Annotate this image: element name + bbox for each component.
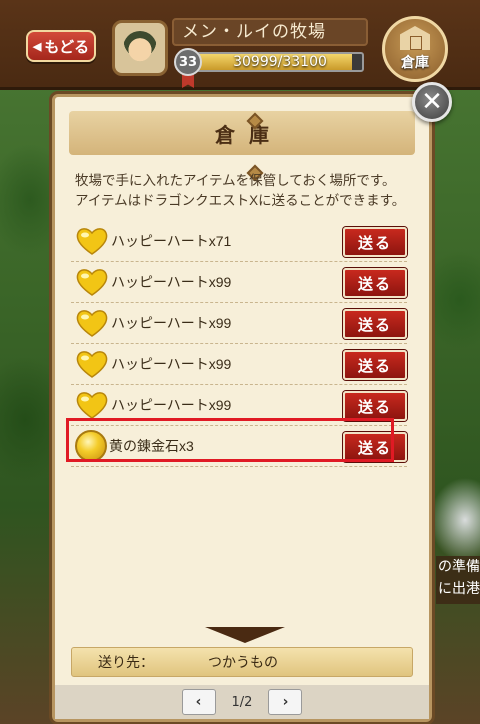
avatar-face-icon xyxy=(123,31,157,65)
prev-page-button[interactable]: ‹ xyxy=(181,689,216,715)
list-item: ハッピーハートx99 送る xyxy=(71,303,407,344)
send-button[interactable]: 送る xyxy=(343,309,407,339)
back-label: もどる xyxy=(44,38,90,56)
warehouse-label: 倉庫 xyxy=(401,55,429,71)
exp-text: 30999/33100 xyxy=(233,54,327,70)
list-item: ハッピーハートx99 送る xyxy=(71,385,407,426)
send-button[interactable]: 送る xyxy=(343,432,407,462)
item-label: 黄の錬金石x3 xyxy=(109,438,194,454)
side-notice[interactable]: の準備 に出港で xyxy=(436,556,480,604)
description-line1: 牧場で手に入れたアイテムを保管しておく場所です。 xyxy=(75,173,396,188)
heart-icon xyxy=(75,267,109,297)
heart-icon xyxy=(75,308,109,338)
heart-icon xyxy=(75,349,109,379)
send-button[interactable]: 送る xyxy=(343,268,407,298)
heart-icon xyxy=(75,226,109,256)
next-page-button[interactable]: › xyxy=(268,689,303,715)
warehouse-button[interactable]: 倉庫 xyxy=(382,16,448,82)
item-label: ハッピーハートx99 xyxy=(111,274,232,290)
avatar[interactable] xyxy=(112,20,168,76)
list-item: ハッピーハートx99 送る xyxy=(71,262,407,303)
item-list: ハッピーハートx71 送る ハッピーハートx99 送る ハッピーハートx99 送… xyxy=(71,221,407,467)
send-button[interactable]: 送る xyxy=(343,350,407,380)
warehouse-modal: 倉庫 牧場で手に入れたアイテムを保管しておく場所です。 アイテムはドラゴンクエス… xyxy=(52,94,432,722)
destination-value: つかうもの xyxy=(208,654,278,670)
side-notice-line2: に出港で xyxy=(438,581,480,597)
heart-icon xyxy=(75,390,109,420)
pager: ‹ 1/2 › xyxy=(55,685,429,719)
list-item: ハッピーハートx71 送る xyxy=(71,221,407,262)
destination-label: 送り先： xyxy=(98,654,154,670)
destination-bar[interactable]: 送り先： つかうもの xyxy=(71,647,413,677)
description: 牧場で手に入れたアイテムを保管しておく場所です。 アイテムはドラゴンクエストXに… xyxy=(75,171,423,211)
item-label: ハッピーハートx99 xyxy=(111,315,232,331)
gold-stone-icon xyxy=(75,430,107,462)
send-button[interactable]: 送る xyxy=(343,227,407,257)
modal-header: 倉庫 xyxy=(69,111,415,182)
item-label: ハッピーハートx71 xyxy=(111,233,232,249)
side-notice-line1: の準備 xyxy=(438,559,480,575)
item-label: ハッピーハートx99 xyxy=(111,356,232,372)
description-line2: アイテムはドラゴンクエストXに送ることができます。 xyxy=(75,193,406,208)
send-button[interactable]: 送る xyxy=(343,391,407,421)
page-indicator: 1/2 xyxy=(231,694,253,710)
level-badge: 33 xyxy=(174,48,202,76)
ribbon-icon xyxy=(182,74,194,88)
modal-title: 倉庫 xyxy=(215,124,283,147)
barn-icon xyxy=(400,26,430,50)
top-bar: ◀ もどる メン・ルイの牧場 33 30999/33100 倉庫 xyxy=(0,0,480,90)
back-button[interactable]: ◀ もどる xyxy=(26,30,96,62)
back-arrow-icon: ◀ xyxy=(32,40,42,53)
list-item: 黄の錬金石x3 送る xyxy=(71,426,407,467)
scroll-down-icon[interactable] xyxy=(205,627,285,643)
farm-name: メン・ルイの牧場 xyxy=(172,18,368,46)
close-button[interactable]: ✕ xyxy=(412,82,452,122)
exp-bar: 30999/33100 xyxy=(196,52,364,72)
list-item: ハッピーハートx99 送る xyxy=(71,344,407,385)
item-label: ハッピーハートx99 xyxy=(111,397,232,413)
